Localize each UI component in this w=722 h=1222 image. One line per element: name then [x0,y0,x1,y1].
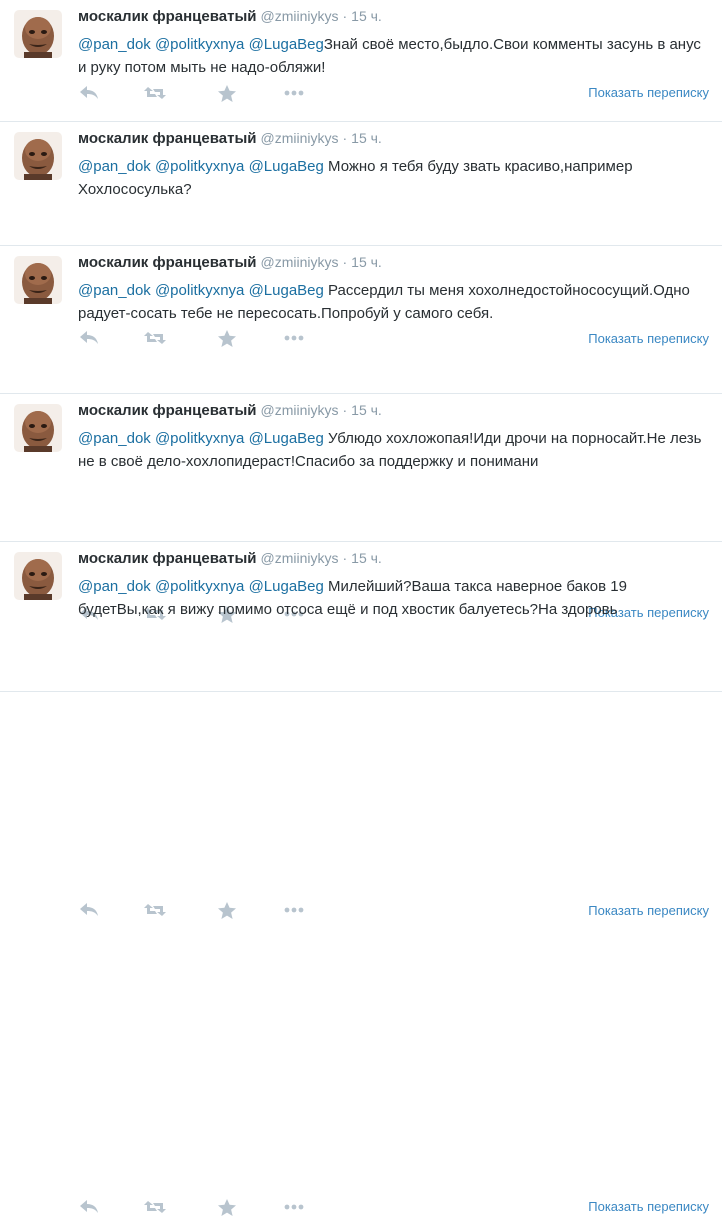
mention-link[interactable]: @pan_dok [78,282,151,299]
more-icon[interactable] [282,901,308,923]
tweet[interactable]: москалик францеватый @zmiiniykys · 15 ч. @pa… [0,0,722,122]
avatar[interactable] [14,552,62,600]
tweet-header: москалик францеватый @zmiiniykys · 15 ч. [78,130,382,147]
reply-icon[interactable] [78,1198,104,1220]
author-handle[interactable]: @zmiiniykys [260,254,338,270]
tweet-header: москалик францеватый @zmiiniykys · 15 ч. [78,402,382,419]
tweet-text: @pan_dok @politkyxnya @LugaBeg Можно я т… [78,155,710,201]
separator-dot: · [342,8,348,24]
separator-dot: · [342,130,348,146]
tweet[interactable]: москалик францеватый @zmiiniykys · 15 ч. @pa… [0,246,722,623]
mention-link[interactable]: @politkyxnya [155,282,244,299]
mention-link[interactable]: @LugaBeg [249,282,324,299]
mention-link[interactable]: @pan_dok [78,158,151,175]
tweet-time[interactable]: 15 ч. [351,402,382,418]
tweet-time[interactable]: 15 ч. [351,130,382,146]
tweet[interactable]: москалик францеватый @zmiiniykys · 15 ч. @pa… [0,122,722,347]
author-handle[interactable]: @zmiiniykys [260,130,338,146]
mention-link[interactable]: @politkyxnya [155,578,244,595]
tweet-actions [78,901,328,923]
avatar[interactable] [14,256,62,304]
favorite-icon[interactable] [217,901,243,923]
retweet-icon[interactable] [142,1198,168,1220]
reply-icon[interactable] [78,901,104,923]
mention-link[interactable]: @LugaBeg [249,158,324,175]
mention-link[interactable]: @pan_dok [78,430,151,447]
separator-dot: · [342,254,348,270]
mention-link[interactable]: @LugaBeg [249,430,324,447]
favorite-icon[interactable] [217,1198,243,1220]
view-conversation-link[interactable]: Показать переписку [588,903,709,918]
avatar[interactable] [14,10,62,58]
mention-link[interactable]: @politkyxnya [155,430,244,447]
view-conversation-link[interactable]: Показать переписку [588,1199,709,1214]
author-name[interactable]: москалик францеватый [78,8,256,25]
tweet-time[interactable]: 15 ч. [351,8,382,24]
tweet-text: @pan_dok @politkyxnya @LugaBeg Ублюдо хо… [78,427,710,473]
view-conversation-link[interactable]: Показать переписку [588,85,709,100]
tweet-text: @pan_dok @politkyxnya @LugaBeg Рассердил… [78,279,710,325]
avatar[interactable] [14,132,62,180]
author-name[interactable]: москалик францеватый [78,254,256,271]
author-name[interactable]: москалик францеватый [78,130,256,147]
tweet[interactable]: москалик францеватый @zmiiniykys · 15 ч. @pa… [0,542,722,1216]
mention-link[interactable]: @pan_dok [78,578,151,595]
tweet[interactable]: москалик францеватый @zmiiniykys · 15 ч. @pa… [0,394,722,919]
author-name[interactable]: москалик францеватый [78,550,256,567]
tweet-actions [78,1198,328,1220]
author-name[interactable]: москалик францеватый [78,402,256,419]
tweet-time[interactable]: 15 ч. [351,254,382,270]
tweet-actions [78,84,328,106]
favorite-icon[interactable] [217,84,243,106]
mention-link[interactable]: @politkyxnya [155,158,244,175]
tweet-header: москалик францеватый @zmiiniykys · 15 ч. [78,254,382,271]
retweet-icon[interactable] [142,901,168,923]
tweet-header: москалик францеватый @zmiiniykys · 15 ч. [78,550,382,567]
author-handle[interactable]: @zmiiniykys [260,550,338,566]
author-handle[interactable]: @zmiiniykys [260,402,338,418]
mention-link[interactable]: @pan_dok [78,36,151,53]
tweet-text: @pan_dok @politkyxnya @LugaBegЗнай своё … [78,33,710,79]
separator-dot: · [342,402,348,418]
tweet-time[interactable]: 15 ч. [351,550,382,566]
tweet-header: москалик францеватый @zmiiniykys · 15 ч. [78,8,382,25]
author-handle[interactable]: @zmiiniykys [260,8,338,24]
mention-link[interactable]: @politkyxnya [155,36,244,53]
tweet-text: @pan_dok @politkyxnya @LugaBeg Милейший?… [78,575,710,621]
mention-link[interactable]: @LugaBeg [249,36,324,53]
retweet-icon[interactable] [142,84,168,106]
reply-icon[interactable] [78,84,104,106]
separator-dot: · [342,550,348,566]
avatar[interactable] [14,404,62,452]
more-icon[interactable] [282,84,308,106]
mention-link[interactable]: @LugaBeg [249,578,324,595]
more-icon[interactable] [282,1198,308,1220]
